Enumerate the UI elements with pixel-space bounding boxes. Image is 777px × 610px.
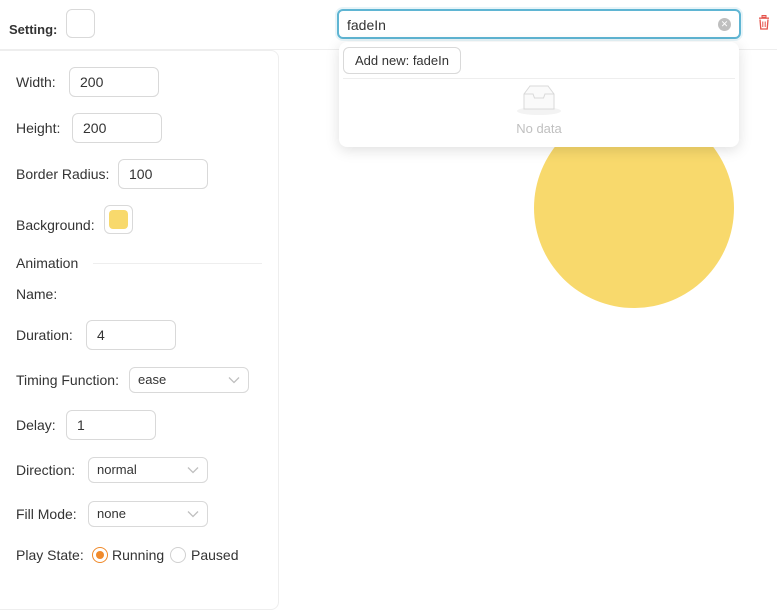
- name-label: Name:: [16, 286, 58, 302]
- add-new-option[interactable]: Add new: fadeIn: [343, 47, 461, 74]
- clear-circle-icon[interactable]: ✕: [718, 18, 731, 31]
- timing-function-select[interactable]: ease: [129, 367, 249, 393]
- height-label: Height:: [16, 120, 61, 136]
- timing-function-value: ease: [138, 372, 167, 387]
- animation-search-input[interactable]: [347, 16, 707, 34]
- setting-label: Setting:: [9, 22, 58, 37]
- background-color-swatch[interactable]: [104, 205, 133, 234]
- play-state-label: Play State:: [16, 547, 84, 563]
- height-input[interactable]: [72, 113, 162, 143]
- duration-input[interactable]: [86, 320, 176, 350]
- chevron-down-icon: [187, 467, 199, 474]
- animation-section-title: Animation: [16, 255, 79, 271]
- dropdown-divider: [343, 78, 735, 79]
- trash-icon[interactable]: [757, 15, 771, 30]
- animation-search-select[interactable]: ✕: [337, 9, 741, 39]
- fill-mode-value: none: [97, 506, 126, 521]
- width-label: Width:: [16, 74, 56, 90]
- direction-label: Direction:: [16, 462, 76, 478]
- border-radius-input[interactable]: [118, 159, 208, 189]
- play-state-paused-label[interactable]: Paused: [191, 547, 238, 563]
- delay-input[interactable]: [66, 410, 156, 440]
- fill-mode-select[interactable]: none: [88, 501, 208, 527]
- background-color-fill: [109, 210, 128, 229]
- empty-inbox-icon: [517, 85, 561, 115]
- chevron-down-icon: [228, 377, 240, 384]
- timing-function-label: Timing Function:: [16, 372, 119, 388]
- empty-text: No data: [516, 121, 562, 136]
- play-state-paused-radio[interactable]: [170, 547, 186, 563]
- border-radius-label: Border Radius:: [16, 166, 110, 182]
- width-input[interactable]: [69, 67, 159, 97]
- section-divider: [93, 263, 262, 264]
- chevron-down-icon: [187, 511, 199, 518]
- delay-label: Delay:: [16, 417, 56, 433]
- background-label: Background:: [16, 217, 95, 233]
- direction-value: normal: [97, 462, 137, 477]
- duration-label: Duration:: [16, 327, 73, 343]
- direction-select[interactable]: normal: [88, 457, 208, 483]
- setting-color-swatch[interactable]: [66, 9, 95, 38]
- fill-mode-label: Fill Mode:: [16, 506, 77, 522]
- animation-dropdown: Add new: fadeIn No data: [339, 42, 739, 147]
- play-state-running-label[interactable]: Running: [112, 547, 164, 563]
- play-state-running-radio[interactable]: [92, 547, 108, 563]
